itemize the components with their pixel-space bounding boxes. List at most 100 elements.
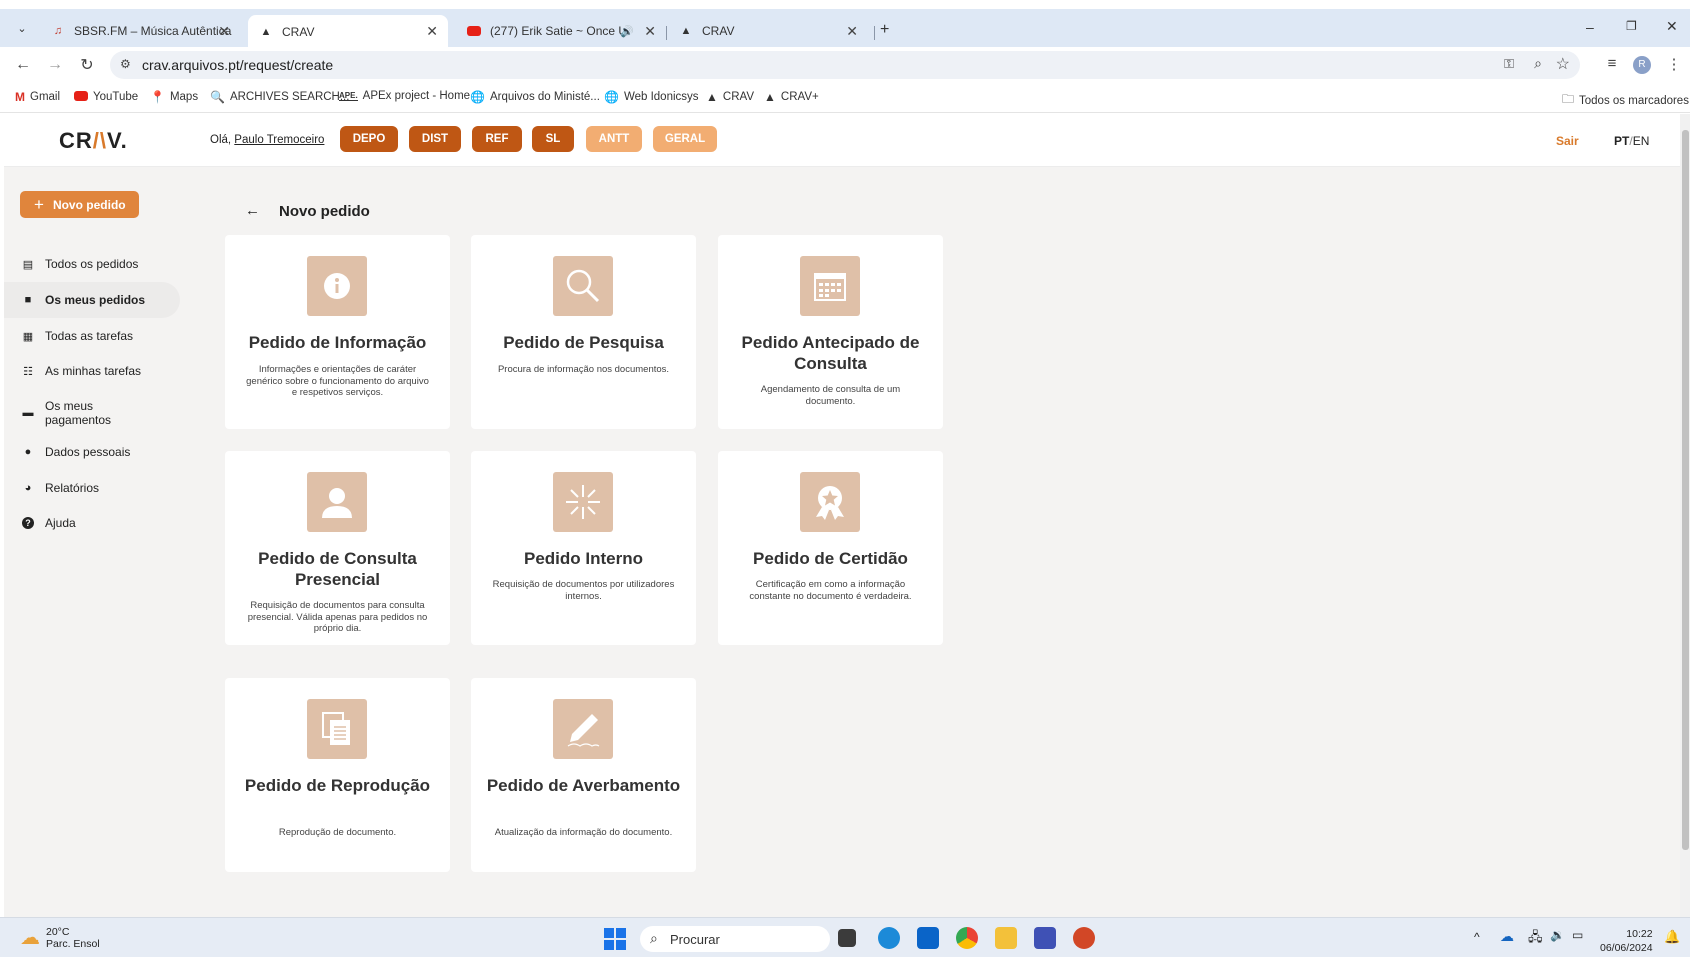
card-advance-consultation-request[interactable]: Pedido Antecipado de Consulta Agendament…	[718, 235, 943, 429]
url-text: crav.arquivos.pt/request/create	[142, 57, 334, 73]
card-information-request[interactable]: Pedido de Informação Informações e orien…	[225, 235, 450, 429]
browser-tab[interactable]: (277) Erik Satie ~ Once Upo 🔊 ✕	[456, 15, 666, 47]
crav-logo[interactable]: CR/\V.	[59, 128, 128, 154]
close-tab-icon[interactable]: ✕	[644, 23, 656, 40]
sidebar-item-all-tasks[interactable]: ▦ Todas as tarefas	[4, 326, 180, 346]
app-header: CR/\V. Olá, Paulo Tremoceiro DEPO DIST R…	[4, 114, 1680, 167]
card-description: Reprodução de documento.	[278, 827, 397, 838]
close-tab-icon[interactable]: ✕	[218, 23, 230, 40]
battery-icon[interactable]: ▭	[1572, 928, 1583, 942]
start-icon[interactable]	[604, 928, 626, 950]
close-window-icon[interactable]: ✕	[1666, 18, 1678, 35]
network-icon[interactable]: 🖧	[1528, 928, 1543, 950]
onedrive-icon[interactable]: ☁	[1500, 928, 1514, 945]
globe-icon: 🌐	[604, 90, 619, 104]
bookmark-youtube[interactable]: YouTube	[74, 90, 138, 104]
role-ref-button[interactable]: REF	[472, 126, 522, 152]
notification-bell-icon[interactable]: 🔔	[1664, 929, 1680, 945]
card-research-request[interactable]: Pedido de Pesquisa Procura de informação…	[471, 235, 696, 429]
profile-avatar[interactable]: R	[1631, 54, 1653, 74]
card-description: Requisição de documentos por utilizadore…	[492, 579, 675, 602]
bookmark-gmail[interactable]: M Gmail	[15, 90, 60, 104]
calendar-icon	[800, 256, 860, 316]
role-antt-button[interactable]: ANTT	[586, 126, 642, 152]
youtube-icon	[74, 90, 88, 104]
bookmark-arquivos-ministerio[interactable]: 🌐 Arquivos do Ministé...	[470, 90, 600, 104]
bookmark-apex[interactable]: APE. APEx project - Home	[339, 90, 470, 102]
close-tab-icon[interactable]: ✕	[846, 23, 858, 40]
menu-kebab-icon[interactable]: ⋮	[1663, 55, 1685, 73]
bookmark-maps[interactable]: 📍 Maps	[150, 90, 198, 104]
sidebar-item-personal-data[interactable]: ● Dados pessoais	[4, 442, 180, 462]
logout-link[interactable]: Sair	[1556, 134, 1579, 148]
arrows-in-icon	[553, 472, 613, 532]
show-hidden-icons[interactable]: ^	[1474, 930, 1480, 944]
bookmark-star-icon[interactable]: ☆	[1556, 54, 1570, 74]
taskbar-clock[interactable]: 10:22 06/06/2024	[1600, 927, 1653, 955]
chrome-icon[interactable]	[956, 927, 978, 949]
powerpoint-icon[interactable]	[1073, 927, 1095, 949]
outlook-icon[interactable]	[917, 927, 939, 949]
role-depo-button[interactable]: DEPO	[340, 126, 398, 152]
edge-icon[interactable]	[878, 927, 900, 949]
new-request-button[interactable]: + Novo pedido	[20, 191, 139, 218]
sidebar-item-my-requests[interactable]: ■ Os meus pedidos	[4, 282, 180, 318]
sidebar-item-my-tasks[interactable]: ☷ As minhas tarefas	[4, 361, 180, 381]
browser-tab-active[interactable]: ▲ CRAV ✕	[248, 15, 448, 48]
role-dist-button[interactable]: DIST	[409, 126, 461, 152]
scrollbar-thumb[interactable]	[1682, 130, 1689, 850]
role-sl-button[interactable]: SL	[532, 126, 574, 152]
file-explorer-icon[interactable]	[995, 927, 1017, 949]
lang-pt[interactable]: PT	[1614, 134, 1629, 148]
taskbar-search[interactable]: ⌕ Procurar	[640, 926, 830, 952]
back-arrow-icon[interactable]: ←	[245, 202, 260, 219]
card-reproduction-request[interactable]: Pedido de Reprodução Reprodução de docum…	[225, 678, 450, 872]
browser-tab[interactable]: ♫ SBSR.FM – Música Autêntica ✕	[40, 15, 240, 47]
browser-tab[interactable]: ▲ CRAV ✕	[668, 15, 868, 47]
language-switch: PT/EN	[1614, 134, 1650, 148]
crav-triangle-icon: ▲	[764, 90, 776, 104]
forward-arrow-icon[interactable]: →	[43, 47, 67, 83]
media-controls-icon[interactable]: ≡	[1601, 55, 1623, 72]
music-icon: ♫	[53, 25, 63, 37]
password-key-icon[interactable]: ⚿	[1504, 56, 1514, 72]
restore-icon[interactable]: ❐	[1626, 19, 1637, 33]
task-view-icon[interactable]	[838, 929, 856, 947]
bookmark-crav[interactable]: ▲ CRAV	[706, 90, 754, 104]
back-arrow-icon[interactable]: ←	[11, 47, 35, 83]
user-name-link[interactable]: Paulo Tremoceiro	[234, 134, 324, 146]
role-geral-button[interactable]: GERAL	[653, 126, 717, 152]
reload-icon[interactable]: ↻	[75, 47, 99, 83]
copy-icon	[307, 699, 367, 759]
card-annotation-request[interactable]: Pedido de Averbamento Atualização da inf…	[471, 678, 696, 872]
browser-toolbar: ← → ↻ ⚙ crav.arquivos.pt/request/create …	[0, 47, 1690, 83]
close-tab-icon[interactable]: ✕	[426, 23, 438, 40]
minimize-icon[interactable]: –	[1586, 19, 1594, 35]
sidebar-item-my-payments[interactable]: ▬ Os meus pagamentos	[4, 398, 180, 428]
sidebar-item-all-requests[interactable]: ▤ Todos os pedidos	[4, 254, 180, 274]
address-bar[interactable]: ⚙ crav.arquivos.pt/request/create ⚿ ⌕ ☆	[110, 51, 1580, 79]
volume-icon[interactable]: 🔉	[1550, 928, 1565, 942]
card-in-person-consultation-request[interactable]: Pedido de Consulta Presencial Requisição…	[225, 451, 450, 645]
bookmark-archives-search[interactable]: 🔍 ARCHIVES SEARCH...	[210, 90, 349, 104]
card-description: Certificação em como a informação consta…	[749, 579, 912, 602]
crav-triangle-icon: ▲	[680, 25, 692, 37]
all-bookmarks[interactable]: 🗀 Todos os marcadores	[1562, 90, 1689, 111]
app-icon[interactable]	[1034, 927, 1056, 949]
lang-en[interactable]: EN	[1633, 134, 1650, 148]
card-certificate-request[interactable]: Pedido de Certidão Certificação em como …	[718, 451, 943, 645]
bookmark-web-idonicsys[interactable]: 🌐 Web Idonicsys	[604, 90, 699, 104]
zoom-icon[interactable]: ⌕	[1534, 55, 1542, 72]
search-icon: 🔍	[210, 90, 225, 104]
sidebar-item-help[interactable]: ? Ajuda	[4, 513, 180, 533]
sidebar-item-reports[interactable]: ◕ Relatórios	[4, 478, 180, 498]
checklist-icon: ☷	[23, 365, 33, 378]
folder-icon: ■	[24, 294, 32, 306]
speaker-icon[interactable]: 🔊	[620, 25, 634, 38]
card-internal-request[interactable]: Pedido Interno Requisição de documentos …	[471, 451, 696, 645]
weather-widget[interactable]: ☁ 20°C Parc. Ensol	[20, 925, 100, 950]
tab-search-button[interactable]: ⌄	[12, 19, 32, 39]
bookmark-crav-plus[interactable]: ▲ CRAV+	[764, 90, 819, 104]
new-tab-button[interactable]: +	[880, 21, 889, 39]
site-info-icon[interactable]: ⚙	[120, 57, 131, 71]
